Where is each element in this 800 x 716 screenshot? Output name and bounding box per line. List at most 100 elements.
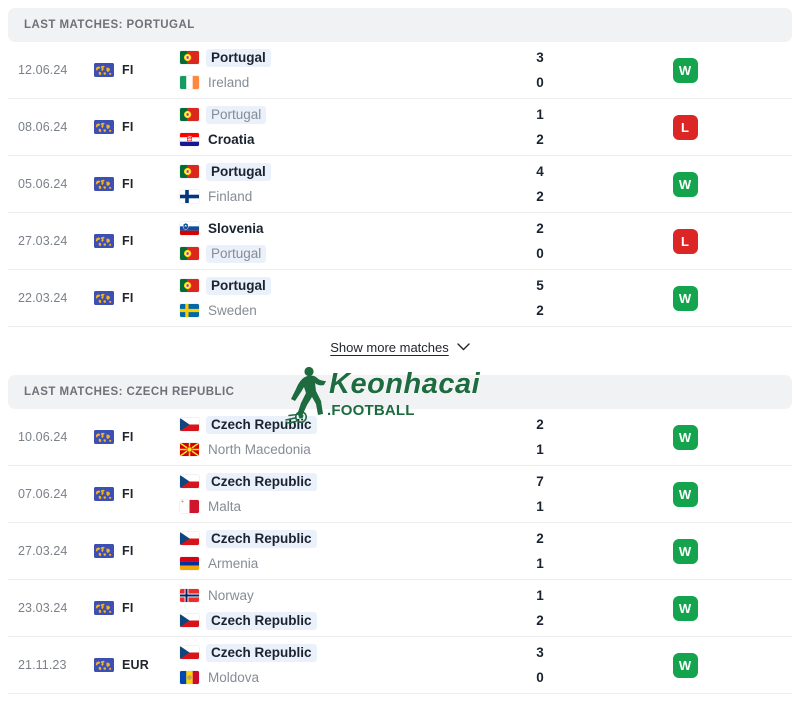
world-flag-icon	[94, 291, 114, 305]
home-team[interactable]: Czech Republic	[180, 529, 480, 548]
home-team[interactable]: Czech Republic	[180, 643, 480, 662]
status-badge: W	[672, 481, 698, 507]
match-row[interactable]: 22.03.24 FI Portugal Sweden 5 2 W	[8, 270, 792, 327]
home-team[interactable]: Czech Republic	[180, 472, 480, 491]
match-date: 08.06.24	[18, 120, 68, 134]
match-row[interactable]: 10.06.24 FI Czech Republic North Macedonia…	[8, 409, 792, 466]
flag-icon-moldova	[180, 671, 199, 684]
competition-label: FI	[122, 487, 134, 501]
away-team[interactable]: Finland	[180, 188, 480, 206]
away-score: 1	[536, 441, 544, 457]
away-team[interactable]: Sweden	[180, 302, 480, 320]
away-team-name: Finland	[208, 188, 253, 204]
flag-icon-ireland	[180, 76, 199, 89]
match-competition[interactable]: FI	[94, 63, 180, 77]
show-more-matches-button[interactable]: Show more matches	[330, 340, 470, 355]
flag-icon-sweden	[180, 304, 199, 317]
last-matches-panel: LAST MATCHES: PORTUGAL 12.06.24 FI Portuga…	[0, 8, 800, 716]
away-team-name: Czech Republic	[206, 611, 317, 630]
away-score: 2	[536, 188, 544, 204]
away-team[interactable]: Czech Republic	[180, 611, 480, 630]
flag-icon-norway	[180, 589, 199, 602]
match-competition[interactable]: FI	[94, 177, 180, 191]
away-team[interactable]: Moldova	[180, 669, 480, 687]
status-badge: W	[672, 538, 698, 564]
match-competition[interactable]: FI	[94, 430, 180, 444]
world-flag-icon	[94, 658, 114, 672]
match-scores: 71	[480, 473, 600, 516]
flag-icon-portugal	[180, 165, 199, 178]
competition-label: FI	[122, 601, 134, 615]
match-competition[interactable]: EUR	[94, 658, 180, 672]
world-flag-icon	[94, 430, 114, 444]
match-scores: 30	[480, 49, 600, 92]
match-competition[interactable]: FI	[94, 487, 180, 501]
show-more-label: Show more matches	[330, 339, 449, 355]
match-result: W	[600, 57, 792, 83]
status-badge: L	[672, 114, 698, 140]
home-score: 1	[536, 587, 544, 603]
away-team[interactable]: Portugal	[180, 244, 480, 263]
home-team[interactable]: Norway	[180, 587, 480, 605]
competition-label: FI	[122, 177, 134, 191]
match-row[interactable]: 27.03.24 FI Czech Republic Armenia 2 1 W	[8, 523, 792, 580]
competition-label: FI	[122, 430, 134, 444]
flag-icon-armenia	[180, 557, 199, 570]
flag-icon-finland	[180, 190, 199, 203]
status-badge: W	[672, 652, 698, 678]
home-team-name: Norway	[208, 587, 254, 603]
world-flag-icon	[94, 177, 114, 191]
match-row[interactable]: 05.06.24 FI Portugal Finland 4 2 W	[8, 156, 792, 213]
world-flag-icon	[94, 234, 114, 248]
home-team[interactable]: Portugal	[180, 276, 480, 295]
match-row[interactable]: 23.03.24 FI Norway Czech Republic 1 2 W	[8, 580, 792, 637]
home-team-name: Czech Republic	[206, 643, 317, 662]
away-team[interactable]: Ireland	[180, 74, 480, 92]
competition-label: FI	[122, 544, 134, 558]
match-teams: Czech Republic North Macedonia	[180, 415, 480, 459]
away-team[interactable]: Malta	[180, 498, 480, 516]
flag-icon-czech	[180, 614, 199, 627]
home-team[interactable]: Czech Republic	[180, 415, 480, 434]
home-team-name: Czech Republic	[206, 472, 317, 491]
status-badge: W	[672, 285, 698, 311]
home-team-name: Portugal	[206, 105, 267, 124]
match-date: 10.06.24	[18, 430, 68, 444]
match-result: L	[600, 114, 792, 140]
match-result: W	[600, 424, 792, 450]
away-team[interactable]: North Macedonia	[180, 441, 480, 459]
match-date: 27.03.24	[18, 234, 68, 248]
match-row[interactable]: 12.06.24 FI Portugal Ireland 3 0 W	[8, 42, 792, 99]
match-competition[interactable]: FI	[94, 234, 180, 248]
competition-label: FI	[122, 291, 134, 305]
match-competition[interactable]: FI	[94, 544, 180, 558]
match-row[interactable]: 07.06.24 FI Czech Republic Malta 7 1 W	[8, 466, 792, 523]
competition-label: FI	[122, 63, 134, 77]
away-score: 2	[536, 131, 544, 147]
away-team[interactable]: Armenia	[180, 555, 480, 573]
match-scores: 30	[480, 644, 600, 687]
home-team[interactable]: Portugal	[180, 162, 480, 181]
match-row[interactable]: 27.03.24 FI Slovenia Portugal 2 0 L	[8, 213, 792, 270]
away-team-name: Ireland	[208, 74, 250, 90]
away-team-name: Moldova	[208, 669, 260, 685]
home-team[interactable]: Slovenia	[180, 220, 480, 238]
match-row[interactable]: 21.11.23 EUR Czech Republic Moldova 3 0 W	[8, 637, 792, 694]
match-competition[interactable]: FI	[94, 601, 180, 615]
home-team[interactable]: Portugal	[180, 48, 480, 67]
world-flag-icon	[94, 601, 114, 615]
match-row[interactable]: 08.06.24 FI Portugal Croatia 1 2 L	[8, 99, 792, 156]
home-score: 1	[536, 106, 544, 122]
match-teams: Czech Republic Armenia	[180, 529, 480, 573]
match-scores: 12	[480, 587, 600, 630]
match-competition[interactable]: FI	[94, 120, 180, 134]
away-team[interactable]: Croatia	[180, 131, 480, 149]
home-score: 5	[536, 277, 544, 293]
match-scores: 52	[480, 277, 600, 320]
home-score: 3	[536, 644, 544, 660]
away-team-name: Malta	[208, 498, 242, 514]
away-score: 0	[536, 245, 544, 261]
home-team[interactable]: Portugal	[180, 105, 480, 124]
home-team-name: Portugal	[206, 276, 271, 295]
match-competition[interactable]: FI	[94, 291, 180, 305]
